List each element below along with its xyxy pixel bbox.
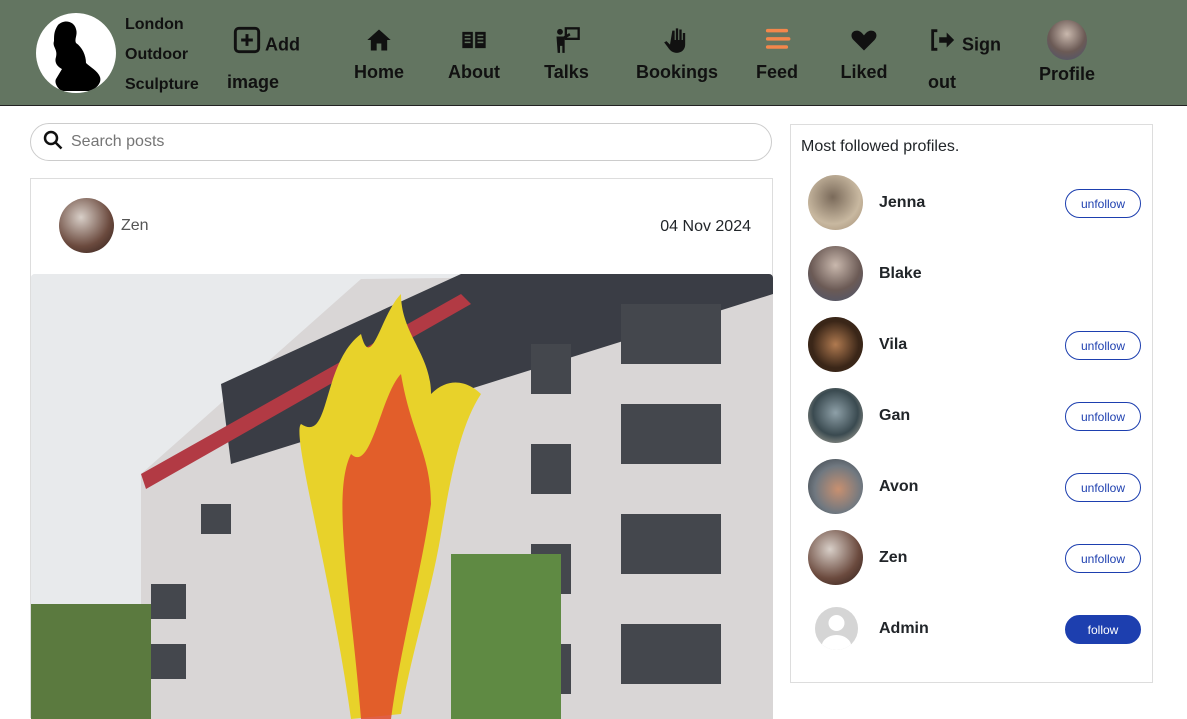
nav-sign-out[interactable]: Sign out (928, 26, 1001, 99)
nav-label: Feed (756, 62, 799, 82)
nav-label: Talks (544, 62, 589, 82)
home-icon (354, 26, 404, 56)
profile-name[interactable]: Gan (879, 407, 910, 425)
unfollow-button[interactable]: unfollow (1065, 189, 1141, 218)
nav-label: Add (265, 34, 300, 55)
profile-row: Blake (791, 246, 1152, 302)
nav-bookings[interactable]: Bookings (636, 26, 718, 83)
profile-avatar (1047, 20, 1087, 60)
brand-line: London (125, 16, 184, 33)
sign-out-icon (928, 26, 956, 65)
profile-row: Admin follow (791, 601, 1152, 657)
nav-label: image (227, 72, 280, 92)
profile-avatar[interactable] (808, 317, 863, 372)
profile-avatar[interactable] (808, 388, 863, 443)
profile-avatar[interactable] (808, 175, 863, 230)
brand-line: Sculpture (125, 76, 199, 93)
post-author[interactable]: Zen (121, 217, 149, 235)
unfollow-button[interactable]: unfollow (1065, 402, 1141, 431)
nav-profile[interactable]: Profile (1038, 20, 1096, 85)
nav-label: Bookings (636, 62, 719, 82)
unfollow-button[interactable]: unfollow (1065, 331, 1141, 360)
search-icon (43, 130, 63, 155)
post-image[interactable] (31, 274, 773, 719)
unfollow-button[interactable]: unfollow (1065, 544, 1141, 573)
nav-about[interactable]: About (447, 26, 501, 83)
profile-avatar[interactable] (808, 246, 863, 301)
nav-talks[interactable]: Talks (544, 26, 589, 83)
nav-home[interactable]: Home (354, 26, 404, 83)
profile-row: Jenna unfollow (791, 175, 1152, 231)
nav-label: Liked (840, 62, 888, 82)
follow-button[interactable]: follow (1065, 615, 1141, 644)
hand-icon (636, 26, 718, 56)
profile-name[interactable]: Zen (879, 549, 907, 567)
default-avatar-icon[interactable] (815, 607, 858, 650)
author-avatar[interactable] (59, 198, 114, 253)
nav-label: Sign (962, 34, 1001, 55)
post-date: 04 Nov 2024 (660, 218, 751, 235)
search-input[interactable] (71, 133, 721, 151)
nav-label: About (448, 62, 500, 82)
most-followed-panel: Most followed profiles. Jenna unfollow Bl… (790, 124, 1153, 683)
navbar: London Outdoor Sculpture Add image Home Abo… (0, 0, 1187, 106)
profile-row: Zen unfollow (791, 530, 1152, 586)
post-card: Zen 04 Nov 2024 (30, 178, 773, 719)
profile-name[interactable]: Jenna (879, 194, 925, 212)
profile-name[interactable]: Blake (879, 265, 922, 283)
stream-icon (756, 26, 798, 56)
brand-line: Outdoor (125, 46, 189, 63)
heart-icon (840, 26, 888, 56)
nav-add-image[interactable]: Add image (227, 26, 300, 99)
nav-liked[interactable]: Liked (840, 26, 888, 83)
profile-row: Vila unfollow (791, 317, 1152, 373)
presenter-icon (544, 26, 589, 56)
plus-square-icon (233, 26, 261, 65)
logo-thinker[interactable] (36, 13, 116, 93)
search-bar[interactable] (30, 123, 772, 161)
unfollow-button[interactable]: unfollow (1065, 473, 1141, 502)
nav-label: Home (354, 62, 405, 82)
brand-name[interactable]: London Outdoor Sculpture (125, 10, 199, 100)
profile-avatar[interactable] (808, 459, 863, 514)
panel-title: Most followed profiles. (801, 138, 960, 155)
profile-row: Avon unfollow (791, 459, 1152, 515)
nav-label: Profile (1038, 64, 1095, 84)
profile-name[interactable]: Admin (879, 620, 929, 638)
book-open-icon (447, 26, 501, 56)
profile-avatar[interactable] (808, 530, 863, 585)
profile-name[interactable]: Avon (879, 478, 918, 496)
nav-label: out (928, 72, 956, 92)
nav-feed[interactable]: Feed (756, 26, 798, 83)
profile-name[interactable]: Vila (879, 336, 907, 354)
profile-row: Gan unfollow (791, 388, 1152, 444)
